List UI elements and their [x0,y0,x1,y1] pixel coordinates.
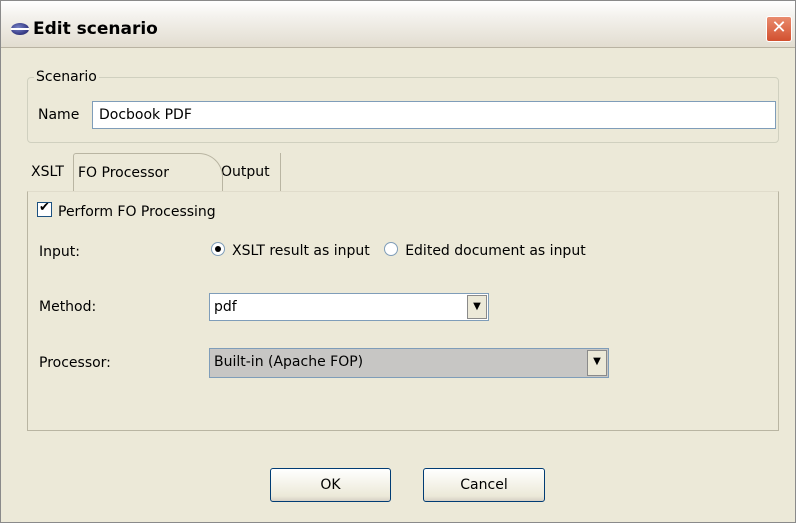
window-title: Edit scenario [33,19,158,39]
radio-xslt-result[interactable]: XSLT result as input [211,242,370,259]
processor-select[interactable]: Built-in (Apache FOP) ▼ [209,348,609,378]
ok-button[interactable]: OK [270,468,391,502]
close-button[interactable]: ✕ [766,16,792,42]
chevron-down-icon[interactable]: ▼ [467,295,487,319]
edit-scenario-dialog: Edit scenario ✕ Scenario Name XSLT Outpu… [0,0,796,523]
input-label: Input: [39,244,80,260]
tab-fo-processor[interactable]: FO Processor [73,153,223,191]
name-label: Name [38,107,80,123]
scenario-legend: Scenario [36,69,97,85]
title-bar[interactable]: Edit scenario ✕ [1,1,795,48]
method-label: Method: [39,299,97,315]
cancel-button[interactable]: Cancel [423,468,545,502]
tab-xslt[interactable]: XSLT [27,153,73,191]
name-input[interactable] [92,101,776,129]
processor-label: Processor: [39,355,111,371]
chevron-down-icon[interactable]: ▼ [587,350,607,376]
method-select[interactable]: pdf ▼ [209,293,489,321]
eclipse-icon [11,23,29,35]
tab-output[interactable]: Output [213,153,281,191]
radio-unselected-icon[interactable] [384,242,399,256]
radio-selected-icon[interactable] [211,242,225,256]
radio-edited-document[interactable]: Edited document as input [384,242,586,259]
radio-xslt-result-label: XSLT result as input [232,243,370,259]
checkmark-icon: ✔ [39,200,50,215]
perform-fo-label: Perform FO Processing [58,204,216,220]
perform-fo-checkbox[interactable]: ✔ [37,200,52,217]
input-radio-group: XSLT result as input Edited document as … [211,242,596,259]
method-value: pdf [214,299,237,315]
perform-fo-checkbox-row[interactable]: ✔ Perform FO Processing [37,200,216,220]
processor-value: Built-in (Apache FOP) [214,354,364,370]
radio-edited-document-label: Edited document as input [405,243,586,259]
